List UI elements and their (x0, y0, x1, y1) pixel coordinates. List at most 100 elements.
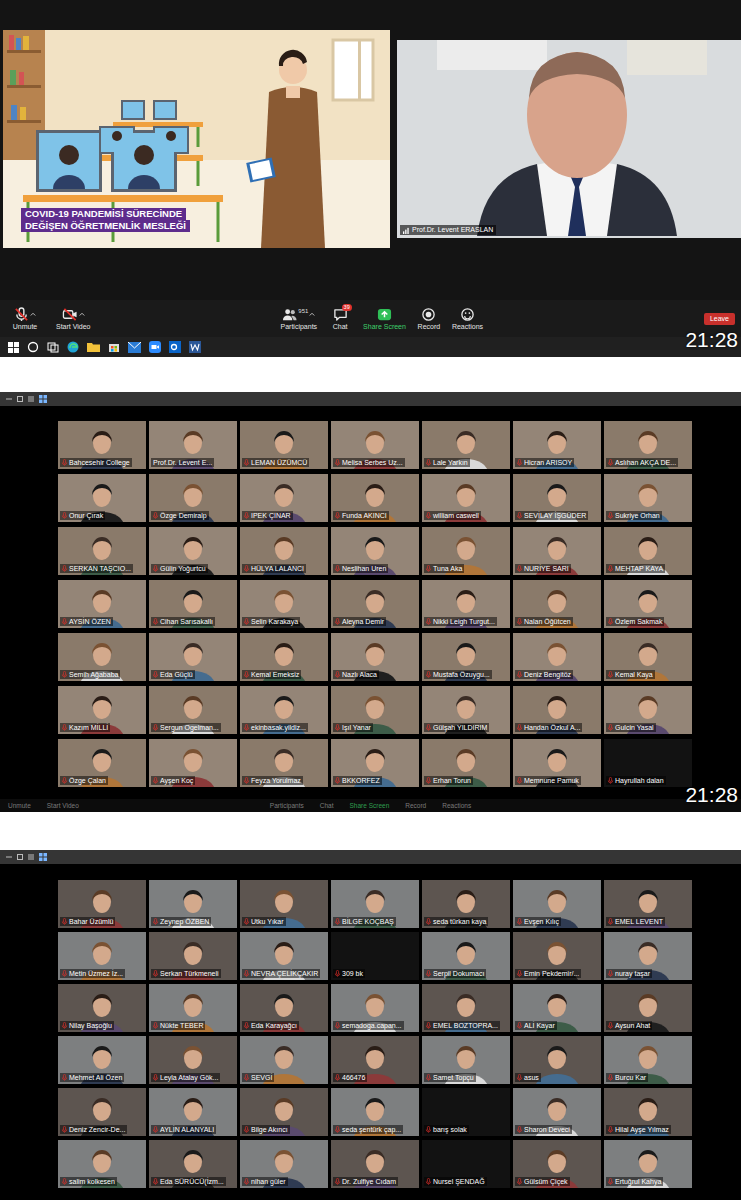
participant-name: asus (515, 1073, 541, 1082)
record-button[interactable]: Record (414, 307, 444, 331)
slide-title: DEĞİŞEN ÖĞRETMENLİK MESLEĞİ (21, 220, 190, 232)
participant-tile: Nazlı Alaca (331, 633, 419, 681)
participant-name: Dr. Zulfiye Cıdam (333, 1177, 398, 1186)
participant-name: Özlem Sakmak (606, 617, 664, 626)
mail-icon[interactable] (128, 342, 141, 353)
muted-mic-icon (425, 1126, 432, 1133)
participant-tile: Burcu Kar (604, 1036, 692, 1084)
mic-button[interactable]: Unmute (10, 307, 40, 331)
participant-tile: Nikki Leigh Turgut... (422, 580, 510, 628)
edge-icon[interactable] (67, 341, 79, 353)
muted-mic-icon (334, 565, 341, 572)
muted-mic-icon (152, 512, 159, 519)
reactions-button[interactable]: Reactions (452, 307, 483, 331)
muted-mic-icon (425, 1178, 432, 1185)
participant-tile: Mustafa Özuygu... (422, 633, 510, 681)
minimize-icon (6, 396, 12, 402)
store-icon[interactable] (108, 341, 120, 353)
participant-tile: 309 bk (331, 932, 419, 980)
participant-name: Memnune Pamuk (515, 776, 581, 785)
participant-tile: william caswell (422, 474, 510, 522)
participant-name: Eda SÜRÜCÜ(İzm... (151, 1177, 226, 1186)
participant-tile: IPEK ÇINAR (240, 474, 328, 522)
muted-mic-icon (425, 970, 432, 977)
folder-icon[interactable] (87, 341, 100, 353)
muted-mic-icon (516, 671, 523, 678)
share-button[interactable]: Share Screen (363, 307, 406, 331)
participants-button[interactable]: Participants (270, 801, 304, 810)
muted-mic-icon (61, 459, 68, 466)
participant-tile: Funda AKINCI (331, 474, 419, 522)
participant-tile: Selin Karakaya (240, 580, 328, 628)
participant-tile: Hilal Ayşe Yılmaz (604, 1088, 692, 1136)
participant-tile: HÜLYA LALANCI (240, 527, 328, 575)
muted-mic-icon (243, 918, 250, 925)
participant-name: Nazlı Alaca (333, 670, 379, 679)
search-icon[interactable] (27, 341, 39, 353)
word-icon[interactable] (189, 341, 201, 353)
maximize-icon (17, 396, 23, 402)
participant-name: 466476 (333, 1073, 367, 1082)
muted-mic-icon (334, 459, 341, 466)
participant-name: william caswell (424, 511, 481, 520)
participant-name: Bahcesehir College (60, 458, 132, 467)
participant-name: Sergun Ogelman... (151, 723, 221, 732)
reactions-button[interactable]: Reactions (442, 801, 471, 810)
participant-tile: LEMAN ÜZÜMCÜ (240, 421, 328, 469)
window-title-bar (0, 850, 741, 864)
mic-button[interactable]: Unmute (8, 801, 31, 810)
meeting-stage: COVID-19 PANDEMİSİ SÜRECİNDEDEĞİŞEN ÖĞRE… (0, 30, 741, 248)
zoom-icon[interactable] (149, 341, 161, 353)
share-button[interactable]: Share Screen (350, 801, 390, 810)
taskbar (0, 337, 741, 357)
windows-icon[interactable] (8, 342, 19, 353)
participant-name: Nursel ŞENDAĞ (424, 1177, 487, 1186)
share-icon (377, 307, 392, 322)
record-icon (421, 307, 436, 322)
muted-mic-icon (243, 1022, 250, 1029)
participant-tile: Hicran ARISOY (513, 421, 601, 469)
participants-button[interactable]: 951Participants (281, 307, 318, 331)
participant-tile: Deniz Zencir-De... (58, 1088, 146, 1136)
participant-tile: semadoga.capan... (331, 984, 419, 1032)
participant-name: Semih Ağababa (60, 670, 120, 679)
muted-mic-icon (425, 777, 432, 784)
participant-name: Kemal Emeksiz (242, 670, 301, 679)
participant-name: seda şentürk çap... (333, 1125, 403, 1134)
participant-name: Burcu Kar (606, 1073, 648, 1082)
video-button[interactable]: Start Video (47, 801, 79, 810)
chat-button[interactable]: Chat (320, 801, 334, 810)
participant-tile: Gülsüm Çiçek (513, 1140, 601, 1188)
muted-mic-icon (607, 618, 614, 625)
participant-name: Prof.Dr. Levent E... (151, 458, 214, 467)
participant-tile: Kemal Kaya (604, 633, 692, 681)
muted-mic-icon (61, 512, 68, 519)
participant-name: Gülşah YILDIRIM (424, 723, 489, 732)
muted-mic-icon (61, 1178, 68, 1185)
outlook-icon[interactable] (169, 341, 181, 353)
muted-mic-icon (152, 1126, 159, 1133)
muted-mic-icon (334, 1022, 341, 1029)
task-view-icon[interactable] (47, 341, 59, 353)
video-button[interactable]: Start Video (56, 307, 91, 331)
leave-button[interactable]: Leave (704, 313, 735, 325)
participant-tile: NURİYE SARI (513, 527, 601, 575)
participant-name: Cihan Sarısakallı (151, 617, 215, 626)
participant-name: Nükte TEBER (151, 1021, 205, 1030)
muted-mic-icon (243, 724, 250, 731)
muted-mic-icon (516, 565, 523, 572)
chat-button[interactable]: 39Chat (325, 307, 355, 331)
participant-name: Hayrullah dalan (606, 776, 666, 785)
record-button[interactable]: Record (405, 801, 426, 810)
participant-name: Erhan Torun (424, 776, 473, 785)
participant-tile: Prof.Dr. Levent E... (149, 421, 237, 469)
participant-tile: Memnune Pamuk (513, 739, 601, 787)
participant-name: seda türkan kaya (424, 917, 488, 926)
muted-mic-icon (334, 918, 341, 925)
muted-mic-icon (425, 459, 432, 466)
participant-tile: BİLGE KOÇBAŞ (331, 880, 419, 928)
muted-mic-icon (243, 970, 250, 977)
chat-badge: 39 (342, 304, 352, 311)
muted-mic-icon (516, 1126, 523, 1133)
participant-name: Emin Pekdemir/... (515, 969, 581, 978)
